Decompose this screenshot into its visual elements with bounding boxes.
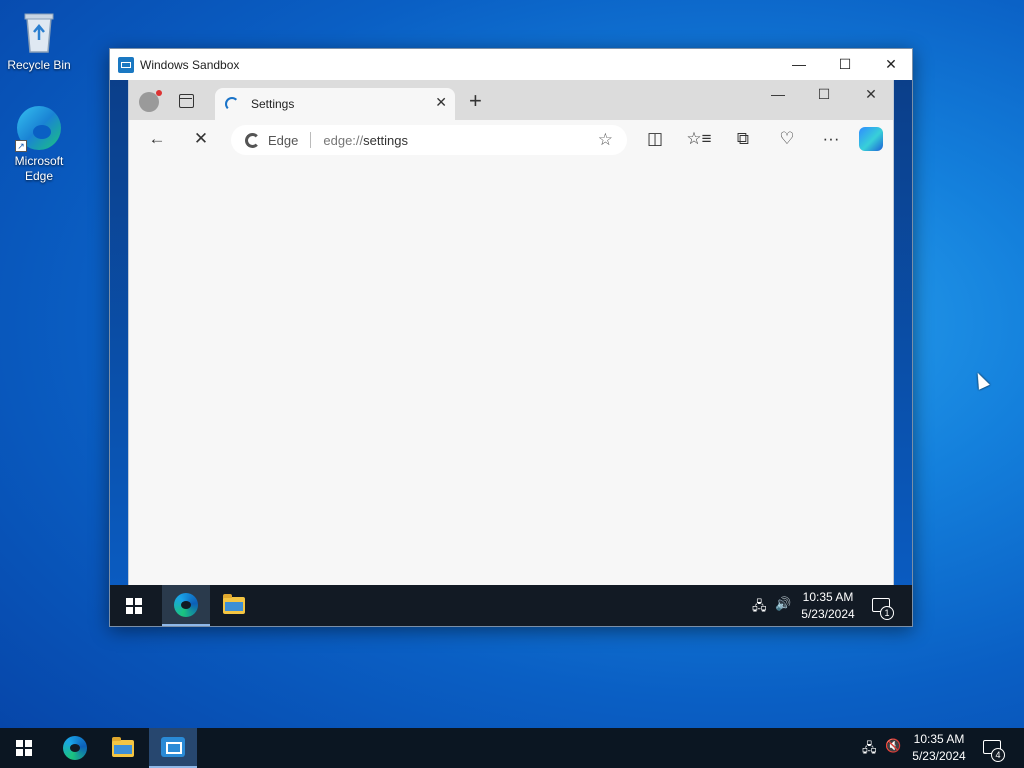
desktop-icon-microsoft-edge[interactable]: ↗ Microsoft Edge [0, 104, 78, 184]
address-separator [310, 132, 312, 148]
shortcut-arrow-icon: ↗ [15, 140, 27, 152]
volume-icon[interactable]: 🔊 [775, 596, 791, 612]
favorites-icon[interactable]: ☆≡ [683, 120, 715, 158]
sandbox-app-icon [118, 56, 134, 73]
sandbox-start-button[interactable] [110, 585, 158, 626]
mouse-cursor-icon [972, 370, 990, 390]
tab-actions-icon[interactable] [179, 94, 194, 108]
desktop-icon-recycle-bin[interactable]: Recycle Bin [0, 8, 78, 73]
new-tab-button[interactable]: + [469, 90, 482, 112]
sandbox-desktop: Settings ✕ + — ☐ ✕ ← ✕ Edge edge://setti… [110, 80, 912, 585]
address-url[interactable]: edge://settings [323, 133, 408, 148]
sandbox-taskbar: 🖧 🔊 10:35 AM 5/23/2024 1 [110, 585, 912, 626]
add-favorite-star-icon[interactable]: ☆ [598, 130, 613, 150]
split-screen-icon[interactable]: ◫ [639, 120, 671, 158]
sandbox-notification-badge: 1 [880, 606, 894, 620]
sandbox-screen: Settings ✕ + — ☐ ✕ ← ✕ Edge edge://setti… [110, 80, 912, 626]
host-time: 10:35 AM [913, 732, 965, 746]
profile-avatar-icon[interactable] [139, 90, 162, 112]
windows-sandbox-window[interactable]: Windows Sandbox — ☐ ✕ Settings ✕ + — ☐ ✕… [109, 48, 913, 627]
back-button[interactable]: ← [141, 120, 173, 158]
stop-loading-button[interactable]: ✕ [185, 120, 217, 158]
recycle-bin-icon [15, 8, 63, 56]
network-icon[interactable]: 🖧 [862, 739, 877, 761]
copilot-icon[interactable] [859, 127, 883, 151]
edge-browser-window[interactable]: Settings ✕ + — ☐ ✕ ← ✕ Edge edge://setti… [128, 80, 894, 585]
edge-close-button[interactable]: ✕ [856, 86, 886, 103]
file-explorer-icon [112, 736, 134, 757]
host-clock[interactable]: 10:35 AM 5/23/2024 [910, 731, 968, 765]
sandbox-time: 10:35 AM [802, 590, 854, 604]
network-icon[interactable]: 🖧 [752, 597, 767, 619]
sandbox-close-button[interactable]: ✕ [868, 49, 914, 79]
edge-icon [174, 592, 198, 617]
sandbox-window-title: Windows Sandbox [140, 57, 240, 72]
sandbox-clock[interactable]: 10:35 AM 5/23/2024 [800, 589, 856, 623]
windows-sandbox-icon [161, 737, 185, 757]
edge-minimize-button[interactable]: — [763, 86, 793, 102]
taskbar-edge[interactable] [51, 728, 99, 768]
host-date: 5/23/2024 [912, 749, 966, 763]
tab-close-icon[interactable]: ✕ [435, 94, 447, 111]
file-explorer-icon [223, 594, 245, 614]
edge-icon [63, 736, 87, 760]
volume-muted-icon[interactable]: 🔇 [885, 738, 901, 754]
notification-badge: 4 [991, 748, 1005, 762]
collections-icon[interactable]: ⧉ [727, 120, 759, 158]
taskbar-windows-sandbox[interactable] [149, 728, 197, 768]
edge-maximize-button[interactable]: ☐ [809, 86, 839, 103]
loading-spinner-icon [225, 97, 239, 111]
edge-site-icon [245, 132, 260, 148]
desktop-icon-label: Microsoft Edge [14, 154, 64, 183]
sandbox-taskbar-edge[interactable] [162, 585, 210, 626]
settings-and-more-icon[interactable]: ··· [815, 120, 847, 158]
edge-toolbar: ← ✕ Edge edge://settings ☆ ◫ ☆≡ ⧉ ♡ ··· [129, 120, 893, 158]
sandbox-title-bar[interactable]: Windows Sandbox — ☐ ✕ [110, 49, 912, 80]
browser-essentials-icon[interactable]: ♡ [771, 120, 803, 158]
windows-logo-icon [126, 597, 142, 614]
tab-title: Settings [251, 97, 295, 111]
sandbox-minimize-button[interactable]: — [776, 49, 822, 79]
page-content-area [129, 158, 893, 585]
desktop-icon-label: Recycle Bin [7, 58, 71, 72]
edge-tab-strip: Settings ✕ + — ☐ ✕ [129, 80, 893, 120]
edge-icon: ↗ [15, 104, 63, 152]
start-button[interactable] [0, 728, 48, 768]
sandbox-date: 5/23/2024 [801, 607, 855, 621]
taskbar-file-explorer[interactable] [99, 728, 147, 768]
tab-settings[interactable]: Settings ✕ [215, 88, 455, 120]
address-bar[interactable]: Edge edge://settings ☆ [231, 125, 627, 155]
windows-logo-icon [16, 740, 32, 756]
site-identity-label: Edge [268, 132, 299, 148]
sandbox-maximize-button[interactable]: ☐ [822, 49, 868, 79]
host-taskbar: 🖧 🔇 10:35 AM 5/23/2024 4 [0, 728, 1024, 768]
sandbox-taskbar-file-explorer[interactable] [210, 585, 258, 626]
